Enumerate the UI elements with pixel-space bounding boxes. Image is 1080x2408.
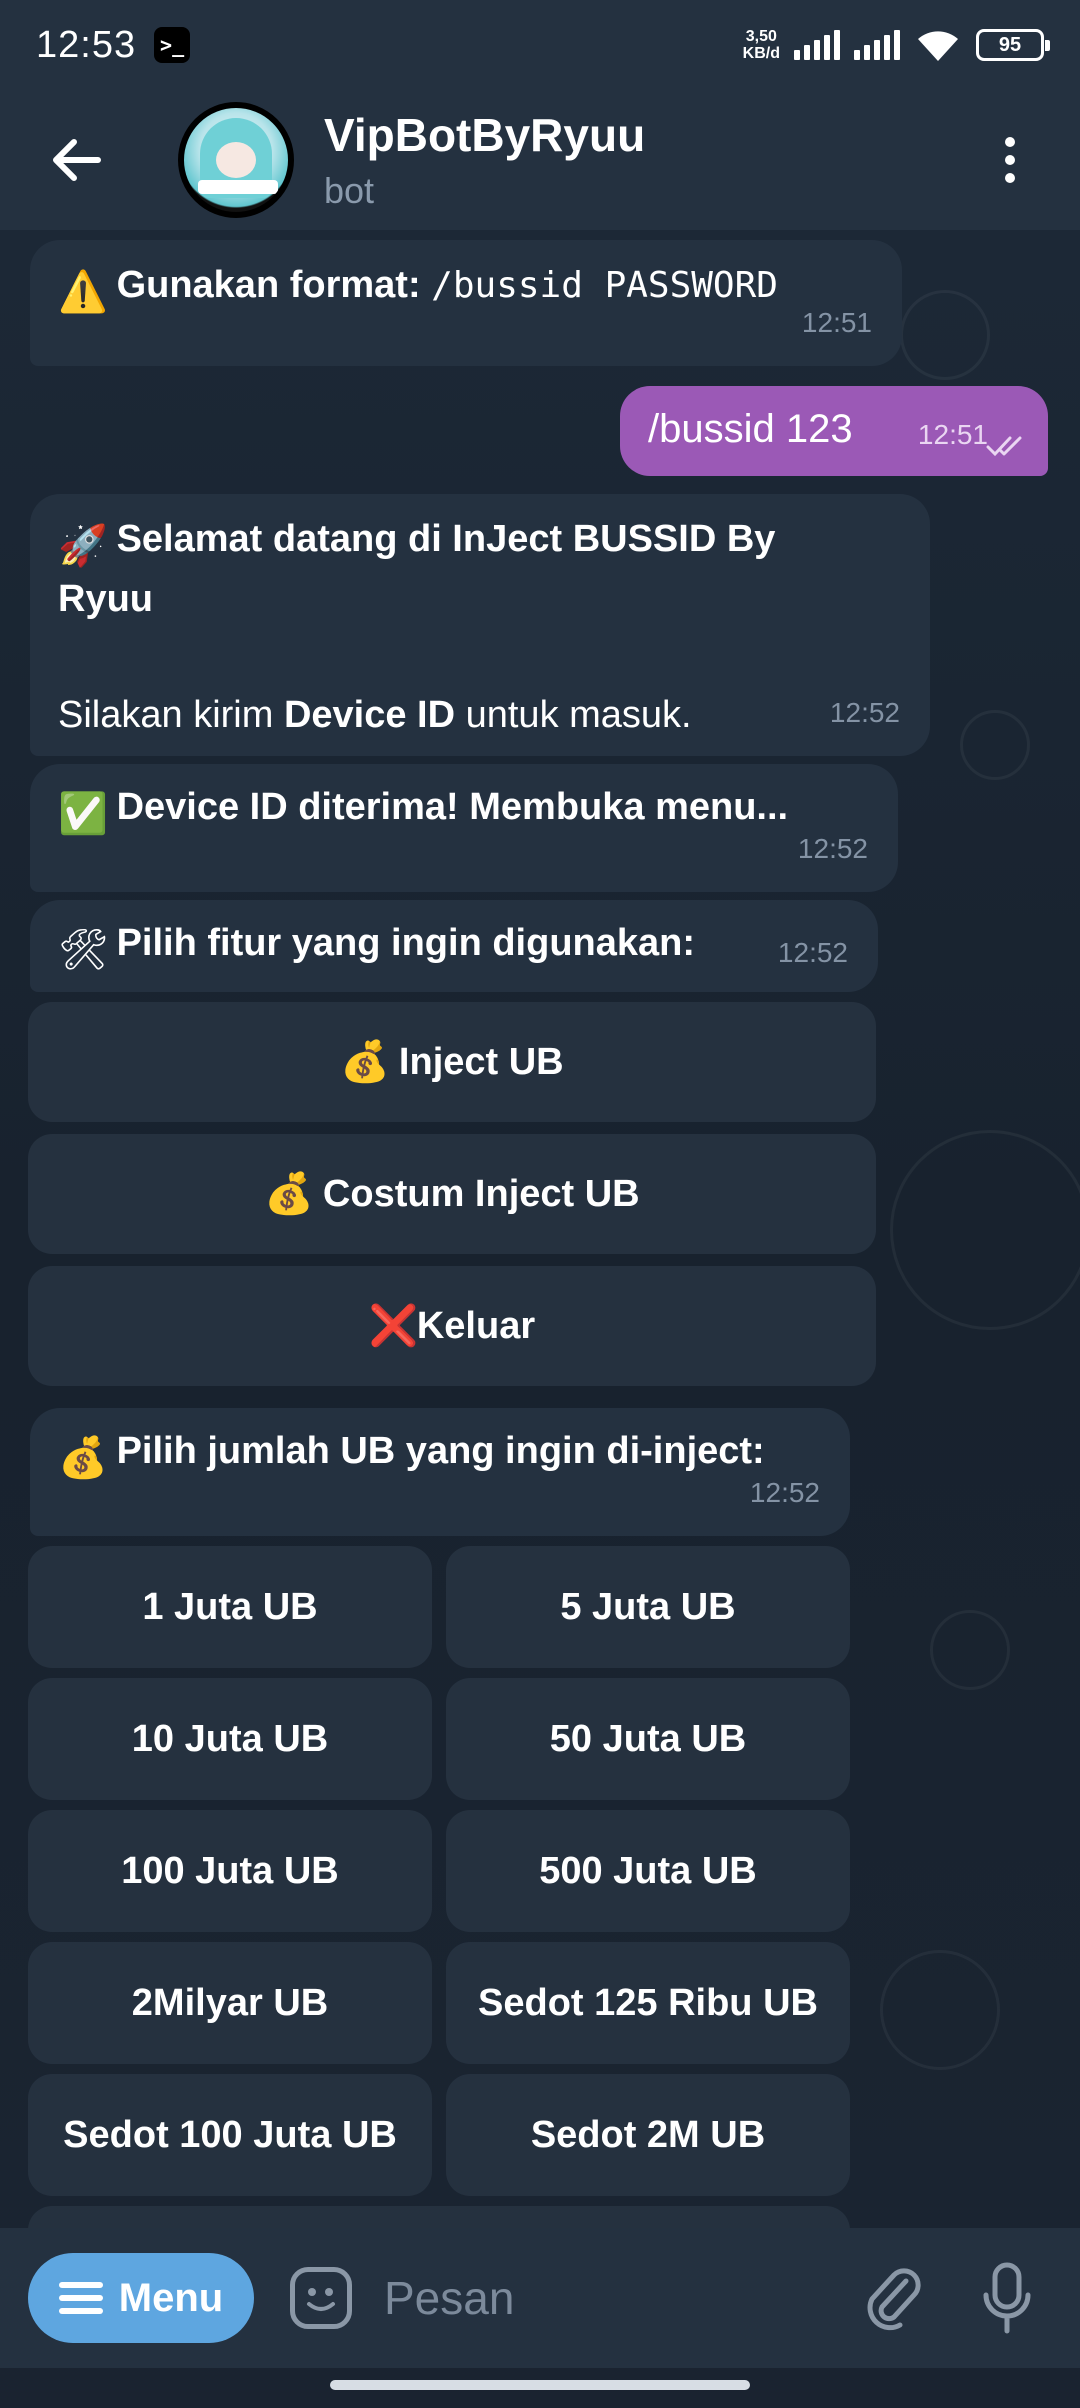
exit-button[interactable]: ❌ Keluar xyxy=(28,1266,876,1386)
amount-button-500-juta[interactable]: 500 Juta UB xyxy=(446,1810,850,1932)
microphone-icon[interactable] xyxy=(982,2261,1032,2335)
message-text: /bussid 123 xyxy=(648,407,853,451)
signal-icon xyxy=(794,30,840,60)
inject-ub-button[interactable]: 💰 Inject UB xyxy=(28,1002,876,1122)
money-bag-icon: 💰 xyxy=(58,1436,108,1480)
more-options-button[interactable] xyxy=(980,120,1040,200)
avatar[interactable] xyxy=(178,102,294,218)
tools-icon: 🛠 xyxy=(58,928,109,972)
attach-icon[interactable] xyxy=(862,2263,922,2333)
message-text: Pilih jumlah UB yang ingin di-inject: xyxy=(116,1430,765,1472)
rocket-icon: 🚀 xyxy=(58,524,108,568)
amount-button-sedot-125-ribu[interactable]: Sedot 125 Ribu UB xyxy=(446,1942,850,2064)
home-indicator[interactable] xyxy=(330,2380,750,2390)
double-check-icon xyxy=(986,436,1022,457)
outgoing-message-bubble[interactable]: /bussid 123 12:51 xyxy=(620,386,1048,476)
message-text: Device ID diterima! Membuka menu... xyxy=(116,786,789,828)
amount-button-10-juta[interactable]: 10 Juta UB xyxy=(28,1678,432,1800)
message-time: 12:51 xyxy=(917,419,988,450)
message-bubble[interactable]: 🛠 Pilih fitur yang ingin digunakan: 12:5… xyxy=(30,900,878,992)
hamburger-icon xyxy=(58,2282,103,2314)
custom-inject-ub-button[interactable]: 💰 Costum Inject UB xyxy=(28,1134,876,1254)
message-heading-2: Ryuu xyxy=(58,578,153,620)
back-button[interactable] xyxy=(40,124,112,196)
network-speed: 3,50 KB/d xyxy=(742,28,780,62)
cross-mark-icon: ❌ xyxy=(368,1304,419,1348)
check-mark-icon: ✅ xyxy=(58,792,108,836)
chat-header: VipBotByRyuu bot xyxy=(0,90,1080,230)
message-text: Gunakan format: xyxy=(116,264,432,306)
message-bubble[interactable]: 🚀 Selamat datang di InJect BUSSID By Ryu… xyxy=(30,494,930,756)
message-heading: Selamat datang di InJect BUSSID By xyxy=(116,518,776,560)
message-time: 12:51 xyxy=(801,307,872,338)
terminal-icon: >_ xyxy=(154,27,191,63)
message-time: 12:52 xyxy=(829,697,900,728)
message-bubble[interactable]: ⚠️ Gunakan format: /bussid PASSWORD 12:5… xyxy=(30,240,902,366)
status-bar: 12:53 >_ 3,50 KB/d 95 xyxy=(0,0,1080,90)
amount-button-50-juta[interactable]: 50 Juta UB xyxy=(446,1678,850,1800)
amount-button-100-juta[interactable]: 100 Juta UB xyxy=(28,1810,432,1932)
chat-title-block[interactable]: VipBotByRyuu bot xyxy=(324,108,645,212)
amount-button-5-juta[interactable]: 5 Juta UB xyxy=(446,1546,850,1668)
navigation-bar xyxy=(0,2368,1080,2408)
battery-icon: 95 xyxy=(976,29,1050,61)
bot-menu-button[interactable]: Menu xyxy=(28,2253,254,2343)
amount-button-2-milyar[interactable]: 2Milyar UB xyxy=(28,1942,432,2064)
chat-subtitle: bot xyxy=(324,170,375,211)
amount-button-1-juta[interactable]: 1 Juta UB xyxy=(28,1546,432,1668)
amount-button-sedot-100-juta[interactable]: Sedot 100 Juta UB xyxy=(28,2074,432,2196)
sticker-icon[interactable] xyxy=(290,2267,352,2329)
wifi-icon xyxy=(918,31,958,61)
money-bag-icon: 💰 xyxy=(340,1040,391,1084)
arrow-left-icon xyxy=(53,139,101,181)
message-time: 12:52 xyxy=(797,833,868,864)
message-input[interactable]: Pesan xyxy=(384,2271,862,2325)
message-text: Silakan kirim xyxy=(58,694,284,736)
message-input-bar: Menu Pesan xyxy=(0,2228,1080,2368)
message-bold: Device ID xyxy=(283,694,456,736)
message-code: /bussid PASSWORD xyxy=(431,265,778,306)
chat-title: VipBotByRyuu xyxy=(324,109,646,161)
message-time: 12:52 xyxy=(749,1477,820,1508)
message-text-2: untuk masuk. xyxy=(455,694,692,736)
signal-icon-2 xyxy=(854,30,900,60)
message-time: 12:52 xyxy=(777,937,848,968)
message-bubble[interactable]: 💰 Pilih jumlah UB yang ingin di-inject: … xyxy=(30,1408,850,1536)
warning-icon: ⚠️ xyxy=(58,270,108,314)
status-time: 12:53 xyxy=(36,23,137,66)
message-bubble[interactable]: ✅ Device ID diterima! Membuka menu... 12… xyxy=(30,764,898,892)
money-bag-icon: 💰 xyxy=(264,1172,315,1216)
amount-button-sedot-2m[interactable]: Sedot 2M UB xyxy=(446,2074,850,2196)
message-text: Pilih fitur yang ingin digunakan: xyxy=(116,922,696,964)
